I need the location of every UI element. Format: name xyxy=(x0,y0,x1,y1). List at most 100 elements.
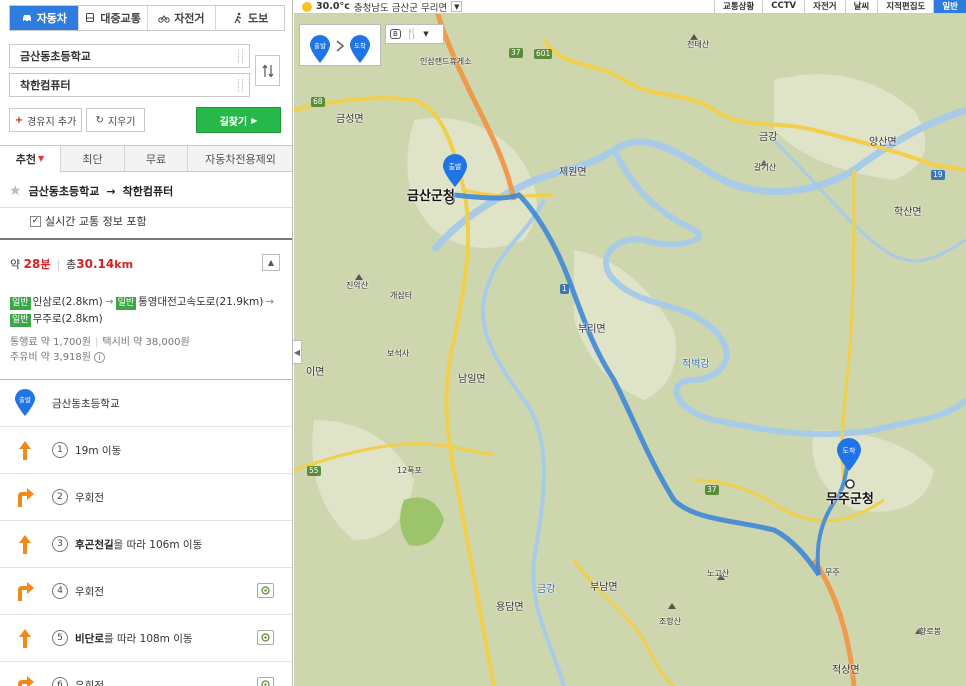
dropdown-icon[interactable]: ▼ xyxy=(451,1,463,12)
step-number: 1 xyxy=(52,442,68,458)
search-route-button[interactable]: 길찾기 ▶ xyxy=(196,107,281,133)
step-row[interactable]: 2 우회전 xyxy=(0,474,292,521)
place-label[interactable]: 금성면 xyxy=(336,110,364,125)
place-label[interactable]: 인삼랜드휴게소 xyxy=(420,56,472,67)
time-value: 28 xyxy=(23,257,41,271)
map-view[interactable]: 30.0°c 충청남도 금산군 무리면 ▼ 교통상황 CCTV 자전거 날씨 지… xyxy=(294,0,966,686)
place-label[interactable]: 남일면 xyxy=(458,370,486,385)
layer-cctv-button[interactable]: CCTV xyxy=(762,0,805,13)
tab-shortest[interactable]: 최단 xyxy=(60,146,124,171)
place-label[interactable]: 학산면 xyxy=(894,203,922,218)
drag-handle-icon[interactable] xyxy=(238,50,243,63)
arrow-right-turn-icon xyxy=(18,488,34,507)
place-label[interactable]: 향로봉 xyxy=(919,626,941,637)
step-row[interactable]: 6 우회전 xyxy=(0,662,292,686)
route-from: 금산동초등학교 xyxy=(28,185,100,198)
tab-recommended[interactable]: 추천 ▼ xyxy=(0,146,60,172)
bus-stop-icon[interactable]: B xyxy=(390,29,401,39)
place-label[interactable]: 적벽강 xyxy=(682,355,710,370)
tab-shortest-label: 최단 xyxy=(82,152,103,166)
place-label[interactable]: 용담면 xyxy=(496,598,524,613)
step-number: 6 xyxy=(52,677,68,686)
map-toolbar: 30.0°c 충청남도 금산군 무리면 ▼ 교통상황 CCTV 자전거 날씨 지… xyxy=(294,0,966,14)
camera-icon[interactable] xyxy=(257,677,274,686)
road-name: 통영대전고속도로(21.9km) xyxy=(138,296,264,308)
distance-prefix: 총 xyxy=(66,258,77,271)
mode-walk[interactable]: 도보 xyxy=(215,6,284,30)
mode-bicycle[interactable]: 자전거 xyxy=(146,6,216,30)
end-marker[interactable]: 도착 xyxy=(836,438,862,472)
step-text: 우회전 xyxy=(75,584,104,599)
step-row[interactable]: 4 우회전 xyxy=(0,568,292,615)
place-label[interactable]: 12폭포 xyxy=(397,465,422,476)
step-start[interactable]: 출발 금산동초등학교 xyxy=(0,380,292,427)
place-label[interactable]: 진악산 xyxy=(346,280,368,291)
destination-input[interactable]: 착한컴퓨터 xyxy=(9,73,250,97)
layer-traffic-button[interactable]: 교통상황 xyxy=(714,0,763,13)
sun-icon xyxy=(302,1,312,12)
add-waypoint-label: 경유지 추가 xyxy=(27,116,77,128)
collapse-summary-button[interactable]: ▲ xyxy=(262,254,280,271)
place-label[interactable]: 부리면 xyxy=(578,320,606,335)
bicycle-icon xyxy=(158,15,170,23)
step-road-name: 비단로 xyxy=(75,633,104,645)
start-marker[interactable]: 출발 xyxy=(442,154,468,188)
drag-handle-icon[interactable] xyxy=(238,79,243,92)
layer-cadastral-button[interactable]: 지적편집도 xyxy=(877,0,934,13)
step-text: 후곤천길을 따라 106m 이동 xyxy=(75,537,202,552)
start-marker-label: 출발 xyxy=(449,162,462,171)
camera-icon[interactable] xyxy=(257,583,274,598)
tab-free[interactable]: 무료 xyxy=(124,146,187,171)
place-label[interactable]: 노고산 xyxy=(707,568,729,579)
swap-button[interactable] xyxy=(255,55,280,86)
place-label[interactable]: 금강 xyxy=(759,128,777,143)
mode-transit[interactable]: 대중교통 xyxy=(77,6,147,30)
step-rows: 1 19m 이동 2 우회전 3 후곤천길을 따라 106m 이동 4 우회전 5 비단로를 따라… xyxy=(0,427,292,686)
route-arrow: → xyxy=(106,184,116,198)
mode-car[interactable]: 자동차 xyxy=(10,6,78,30)
step-text: 우회전 xyxy=(75,678,104,686)
step-row[interactable]: 3 후곤천길을 따라 106m 이동 xyxy=(0,521,292,568)
place-label[interactable]: 조항산 xyxy=(659,616,681,627)
place-label[interactable]: 개삼터 xyxy=(390,290,412,301)
step-number: 4 xyxy=(52,583,68,599)
place-label[interactable]: 이면 xyxy=(306,363,324,378)
tab-exclude-expressway[interactable]: 자동차전용제외 xyxy=(187,146,292,171)
layer-normal-button[interactable]: 일반 xyxy=(933,0,966,13)
step-text: 비단로를 따라 108m 이동 xyxy=(75,631,193,646)
route-legend: 출발 도착 xyxy=(299,24,381,66)
place-label[interactable]: 천태산 xyxy=(687,39,709,50)
info-icon[interactable]: i xyxy=(94,352,105,363)
restaurant-icon[interactable]: 🍴 xyxy=(406,29,418,40)
clear-label: 지우기 xyxy=(107,116,136,128)
place-label[interactable]: 금강 xyxy=(537,580,555,595)
origin-input[interactable]: 금산동초등학교 xyxy=(9,44,250,68)
clear-button[interactable]: ↻ 지우기 xyxy=(86,108,145,132)
arrow-straight-icon xyxy=(19,535,31,554)
layer-weather-button[interactable]: 날씨 xyxy=(844,0,878,13)
layer-bicycle-button[interactable]: 자전거 xyxy=(804,0,845,13)
place-label[interactable]: 보석사 xyxy=(387,348,409,359)
collapse-panel-button[interactable]: ◀ xyxy=(293,340,302,364)
step-row[interactable]: 1 19m 이동 xyxy=(0,427,292,474)
step-instruction: 우회전 xyxy=(75,492,104,504)
star-icon[interactable]: ★ xyxy=(9,183,22,199)
place-label[interactable]: 무주군청 xyxy=(826,488,874,507)
add-waypoint-button[interactable]: + 경유지 추가 xyxy=(9,108,82,132)
dropdown-icon[interactable]: ▼ xyxy=(423,30,428,38)
legend-markers: 출발 도착 xyxy=(310,35,370,63)
place-label[interactable]: 무주 xyxy=(825,567,840,578)
place-label[interactable]: 갈기산 xyxy=(754,162,776,173)
camera-icon[interactable] xyxy=(257,630,274,645)
chevron-up-icon: ▲ xyxy=(267,258,275,267)
step-row[interactable]: 5 비단로를 따라 108m 이동 xyxy=(0,615,292,662)
realtime-traffic-option[interactable]: ✓ 실시간 교통 정보 포함 xyxy=(30,213,147,229)
place-label[interactable]: 양산면 xyxy=(869,133,897,148)
place-label[interactable]: 부남면 xyxy=(590,578,618,593)
place-label[interactable]: 적상면 xyxy=(832,661,860,676)
legend-start-label: 출발 xyxy=(314,41,326,50)
place-label[interactable]: 제원면 xyxy=(559,163,587,178)
checkbox-checked-icon[interactable]: ✓ xyxy=(30,215,41,227)
step-instruction: 을 따라 106m 이동 xyxy=(113,539,203,551)
map-canvas[interactable] xyxy=(294,0,966,686)
